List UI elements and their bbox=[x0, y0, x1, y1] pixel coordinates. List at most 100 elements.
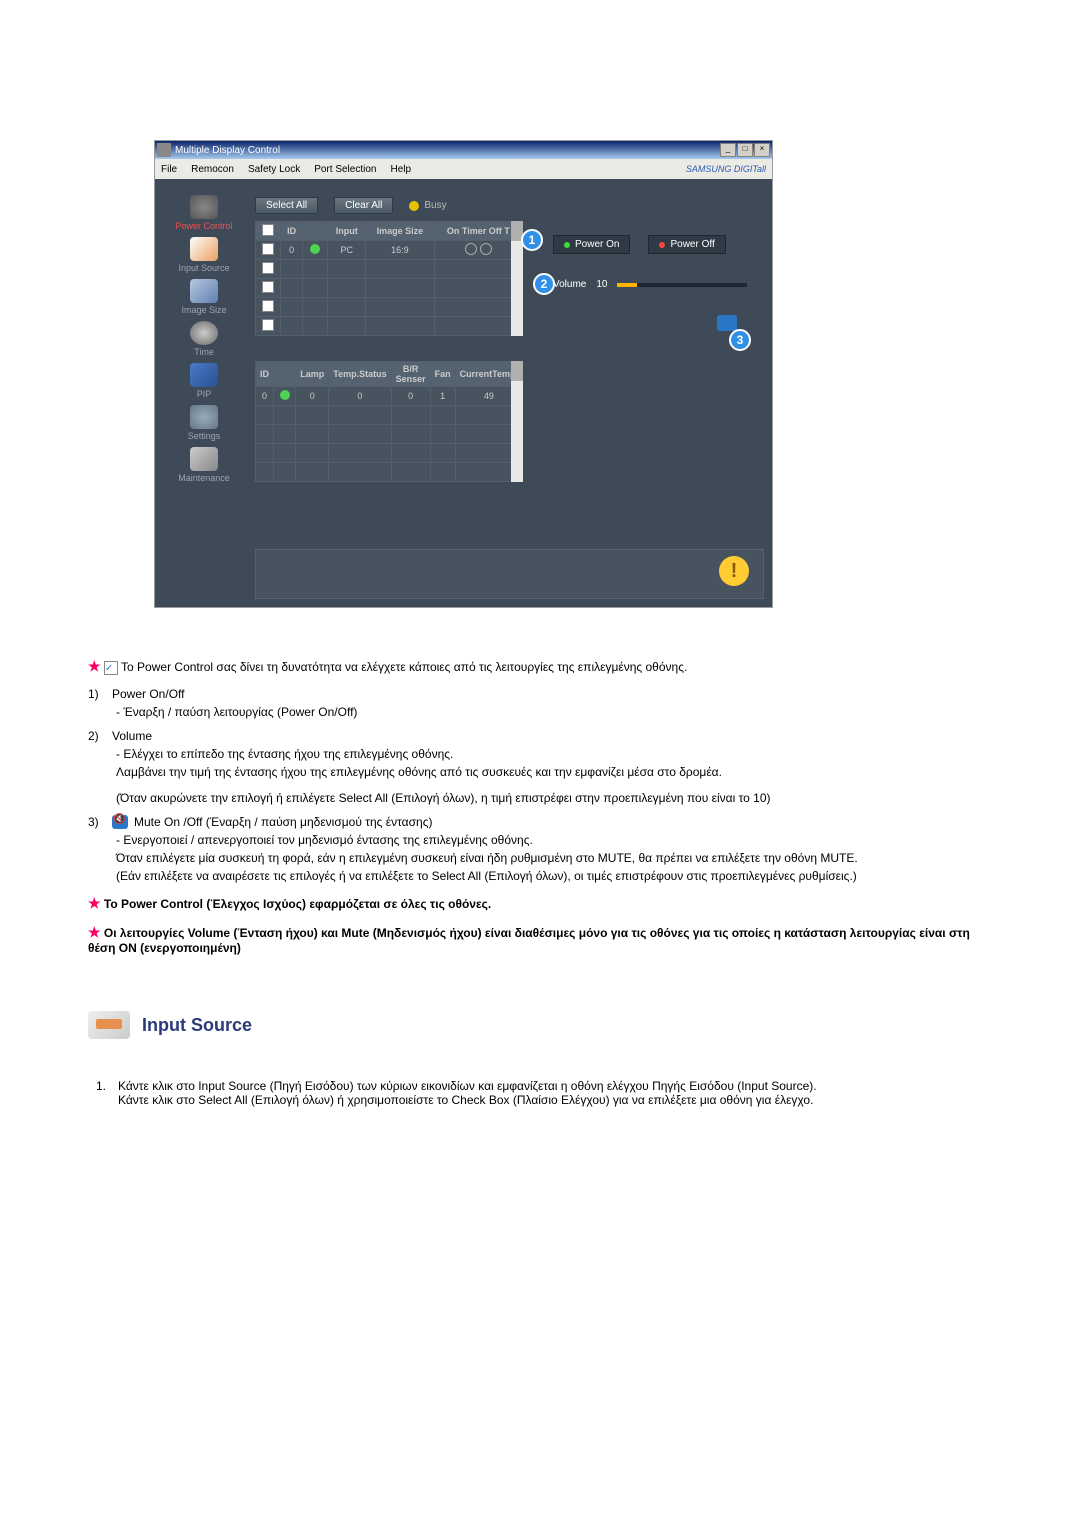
table-row bbox=[256, 298, 523, 317]
item-1-sub: - Έναρξη / παύση λειτουργίας (Power On/O… bbox=[116, 705, 992, 719]
image-size-icon bbox=[190, 279, 218, 303]
section-title: Input Source bbox=[142, 1015, 252, 1036]
maintenance-icon bbox=[190, 447, 218, 471]
cell-image-size: 16:9 bbox=[366, 241, 434, 260]
sidebar-item-power-control[interactable]: Power Control bbox=[159, 193, 249, 235]
table-row bbox=[256, 444, 523, 463]
menu-help[interactable]: Help bbox=[390, 164, 411, 175]
item-2-sub3: (Όταν ακυρώνετε την επιλογή ή επιλέγετε … bbox=[116, 791, 992, 805]
sidebar-label: Settings bbox=[188, 431, 221, 441]
checkbox-icon bbox=[104, 661, 118, 675]
item-3-sub3: (Εάν επιλέξετε να αναιρέσετε τις επιλογέ… bbox=[116, 869, 992, 883]
close-button[interactable]: × bbox=[754, 143, 770, 157]
col-image-size: Image Size bbox=[366, 222, 434, 241]
volume-label: Volume bbox=[553, 279, 586, 290]
sidebar-item-pip[interactable]: PIP bbox=[159, 361, 249, 403]
check-all[interactable] bbox=[262, 224, 274, 236]
status-on-icon bbox=[280, 390, 290, 400]
minimize-button[interactable]: _ bbox=[720, 143, 736, 157]
settings-icon bbox=[190, 405, 218, 429]
intro-line: ★ Το Power Control σας δίνει τη δυνατότη… bbox=[88, 658, 992, 675]
table-row bbox=[256, 463, 523, 482]
time-icon bbox=[190, 321, 218, 345]
table-row[interactable]: 0 0 0 0 1 49 bbox=[256, 387, 523, 406]
pip-icon bbox=[190, 363, 218, 387]
row-checkbox[interactable] bbox=[262, 281, 274, 293]
callout-3: 3 bbox=[729, 329, 751, 351]
cell-timer-on bbox=[480, 243, 492, 255]
brand-label: SAMSUNG DIGITall bbox=[686, 164, 766, 174]
input-source-icon bbox=[88, 1011, 130, 1039]
item-2-sub2: Λαμβάνει την τιμή της έντασης ήχου της ε… bbox=[116, 765, 992, 779]
note-1: ★ Το Power Control (Έλεγχος Ισχύος) εφαρ… bbox=[88, 895, 992, 912]
table-row bbox=[256, 406, 523, 425]
table-row[interactable]: 0 PC 16:9 bbox=[256, 241, 523, 260]
app-icon bbox=[157, 143, 171, 157]
col-id: ID bbox=[281, 222, 303, 241]
cell-timer-off bbox=[465, 243, 477, 255]
item-2-sub1: - Ελέγχει το επίπεδο της έντασης ήχου τη… bbox=[116, 747, 992, 761]
power-on-button[interactable]: Power On bbox=[553, 235, 630, 254]
cell-input: PC bbox=[328, 241, 366, 260]
app-window: Multiple Display Control _ □ × File Remo… bbox=[154, 140, 773, 608]
volume-slider[interactable] bbox=[617, 283, 747, 287]
item-3-sub1: - Ενεργοποιεί / απενεργοποιεί τον μηδενι… bbox=[116, 833, 992, 847]
col2-temp-status: Temp.Status bbox=[329, 362, 391, 387]
sidebar-item-time[interactable]: Time bbox=[159, 319, 249, 361]
menubar: File Remocon Safety Lock Port Selection … bbox=[155, 159, 772, 179]
star-icon: ★ bbox=[88, 658, 101, 674]
sidebar-item-settings[interactable]: Settings bbox=[159, 403, 249, 445]
note-2: ★ Οι λειτουργίες Volume (Ένταση ήχου) κα… bbox=[88, 924, 992, 955]
star-icon: ★ bbox=[88, 924, 101, 940]
mute-icon[interactable] bbox=[717, 315, 737, 331]
menu-safety-lock[interactable]: Safety Lock bbox=[248, 164, 300, 175]
sidebar-item-maintenance[interactable]: Maintenance bbox=[159, 445, 249, 487]
step-1-line-2: Κάντε κλικ στο Select All (Επιλογή όλων)… bbox=[118, 1093, 817, 1107]
table-row bbox=[256, 425, 523, 444]
warning-icon: ! bbox=[719, 556, 749, 586]
clear-all-button[interactable]: Clear All bbox=[334, 197, 393, 214]
row-checkbox[interactable] bbox=[262, 319, 274, 331]
select-all-button[interactable]: Select All bbox=[255, 197, 318, 214]
menu-file[interactable]: File bbox=[161, 164, 177, 175]
col-timer: On Timer Off T bbox=[434, 222, 522, 241]
window-title: Multiple Display Control bbox=[175, 145, 280, 156]
sidebar-label: Input Source bbox=[178, 263, 229, 273]
col2-lamp: Lamp bbox=[296, 362, 329, 387]
row-checkbox[interactable] bbox=[262, 243, 274, 255]
sidebar: Power Control Input Source Image Size Ti… bbox=[159, 193, 249, 487]
menu-port-selection[interactable]: Port Selection bbox=[314, 164, 376, 175]
step-1-line-1: Κάντε κλικ στο Input Source (Πηγή Εισόδο… bbox=[118, 1079, 817, 1093]
item-2: 2) Volume bbox=[88, 729, 992, 743]
menu-remocon[interactable]: Remocon bbox=[191, 164, 234, 175]
sidebar-label: Power Control bbox=[175, 221, 232, 231]
col-status bbox=[303, 222, 328, 241]
input-source-step-1: 1. Κάντε κλικ στο Input Source (Πηγή Εισ… bbox=[96, 1079, 992, 1107]
callout-2: 2 bbox=[533, 273, 555, 295]
display-table: ID Input Image Size On Timer Off T 0 PC … bbox=[255, 221, 523, 336]
dot-green-icon bbox=[564, 242, 570, 248]
cell2-id: 0 bbox=[256, 387, 274, 406]
power-control-icon bbox=[190, 195, 218, 219]
col2-br-senser: B/R Senser bbox=[391, 362, 430, 387]
volume-value: 10 bbox=[596, 279, 607, 290]
col2-id: ID bbox=[256, 362, 274, 387]
sidebar-item-input-source[interactable]: Input Source bbox=[159, 235, 249, 277]
sidebar-label: Image Size bbox=[181, 305, 226, 315]
col2-status bbox=[274, 362, 296, 387]
sidebar-item-image-size[interactable]: Image Size bbox=[159, 277, 249, 319]
titlebar: Multiple Display Control _ □ × bbox=[155, 141, 772, 159]
status-bar: ! bbox=[255, 549, 764, 599]
sidebar-label: Time bbox=[194, 347, 214, 357]
input-source-icon bbox=[190, 237, 218, 261]
row-checkbox[interactable] bbox=[262, 300, 274, 312]
item-3-sub2: Όταν επιλέγετε μία συσκευή τη φορά, εάν … bbox=[116, 851, 992, 865]
col-input: Input bbox=[328, 222, 366, 241]
row-checkbox[interactable] bbox=[262, 262, 274, 274]
maximize-button[interactable]: □ bbox=[737, 143, 753, 157]
power-off-button[interactable]: Power Off bbox=[648, 235, 725, 254]
scrollbar[interactable] bbox=[511, 361, 523, 482]
sidebar-label: Maintenance bbox=[178, 473, 230, 483]
cell2-lamp: 0 bbox=[296, 387, 329, 406]
col2-fan: Fan bbox=[430, 362, 455, 387]
